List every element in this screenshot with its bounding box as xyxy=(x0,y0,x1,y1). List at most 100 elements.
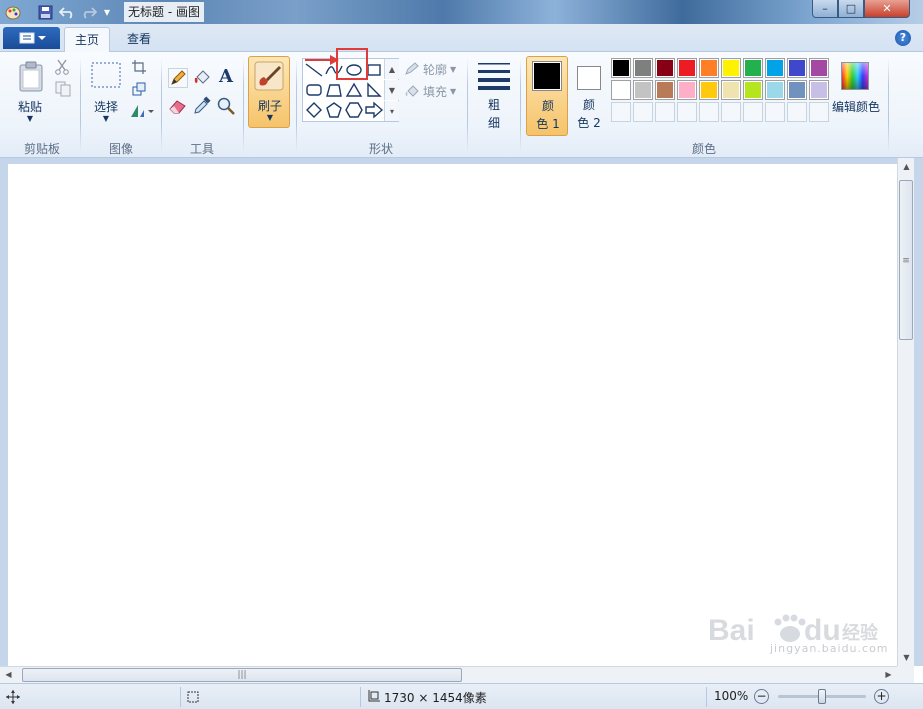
maximize-button[interactable]: □ xyxy=(838,0,864,18)
outline-button[interactable]: 轮廓 ▼ xyxy=(404,60,460,78)
palette-color-swatch[interactable] xyxy=(787,80,807,100)
baidu-logo-icon: Bai du 经验 xyxy=(708,614,879,647)
brushes-button[interactable]: 刷子 ▼ xyxy=(248,56,290,128)
shape-hexagon-icon[interactable] xyxy=(344,100,364,120)
copy-icon[interactable] xyxy=(55,81,71,97)
color2-swatch xyxy=(577,66,601,90)
paste-label: 粘贴 xyxy=(17,100,42,114)
palette-custom-slot[interactable] xyxy=(699,102,719,122)
fill-button[interactable]: 填充 ▼ xyxy=(404,82,460,100)
color-picker-icon[interactable] xyxy=(192,96,212,116)
palette-color-swatch[interactable] xyxy=(633,58,653,78)
zoom-slider-thumb[interactable] xyxy=(818,689,826,704)
colors-group-label: 颜色 xyxy=(691,142,716,156)
group-divider xyxy=(520,58,521,152)
quick-access-dropdown-icon[interactable]: ▾ xyxy=(100,3,114,21)
shape-polygon-icon[interactable] xyxy=(324,80,344,100)
resize-icon[interactable] xyxy=(132,82,146,96)
fill-bucket-icon[interactable] xyxy=(192,68,212,88)
zoom-out-button[interactable]: − xyxy=(754,689,769,704)
palette-color-swatch[interactable] xyxy=(721,80,741,100)
palette-custom-slot[interactable] xyxy=(677,102,697,122)
palette-custom-slot[interactable] xyxy=(633,102,653,122)
text-tool-icon[interactable]: A xyxy=(216,66,236,88)
palette-custom-slot[interactable] xyxy=(611,102,631,122)
status-divider xyxy=(706,687,707,707)
palette-color-swatch[interactable] xyxy=(765,58,785,78)
palette-color-swatch[interactable] xyxy=(765,80,785,100)
save-icon[interactable] xyxy=(36,3,54,21)
paint-app-icon[interactable] xyxy=(4,3,22,21)
palette-custom-slot[interactable] xyxy=(787,102,807,122)
magnifier-icon[interactable] xyxy=(216,96,236,116)
size-button[interactable]: 粗 细 xyxy=(472,56,516,132)
gallery-scroll-up-icon[interactable]: ▲ xyxy=(384,59,399,79)
eraser-icon[interactable] xyxy=(168,96,188,116)
paste-button[interactable]: 粘贴 ▼ xyxy=(8,56,52,128)
palette-color-swatch[interactable] xyxy=(721,58,741,78)
palette-color-swatch[interactable] xyxy=(611,80,631,100)
scroll-left-icon[interactable]: ◀ xyxy=(0,667,17,683)
zoom-in-button[interactable]: + xyxy=(874,689,889,704)
palette-color-swatch[interactable] xyxy=(633,80,653,100)
annotation-arrow-icon xyxy=(305,55,339,65)
color1-button[interactable]: 颜 色 1 xyxy=(526,56,568,136)
status-bar: 1730 × 1454像素 100% − + xyxy=(0,683,923,709)
help-icon[interactable]: ? xyxy=(895,30,911,46)
vertical-scroll-thumb[interactable]: ≡ xyxy=(899,180,913,340)
shape-diamond-icon[interactable] xyxy=(304,100,324,120)
palette-color-swatch[interactable] xyxy=(699,58,719,78)
status-divider xyxy=(360,687,361,707)
shape-pentagon-icon[interactable] xyxy=(324,100,344,120)
outline-label: 轮廓 xyxy=(423,62,448,77)
minimize-button[interactable]: – xyxy=(812,0,838,18)
horizontal-scroll-thumb[interactable]: ||| xyxy=(22,668,462,682)
scroll-down-icon[interactable]: ▼ xyxy=(898,649,915,666)
tab-home[interactable]: 主页 xyxy=(64,27,110,52)
svg-text:经验: 经验 xyxy=(842,622,878,644)
palette-custom-slot[interactable] xyxy=(765,102,785,122)
palette-color-swatch[interactable] xyxy=(677,80,697,100)
shape-right-triangle-icon[interactable] xyxy=(364,80,384,100)
close-button[interactable]: ✕ xyxy=(864,0,910,18)
palette-color-swatch[interactable] xyxy=(677,58,697,78)
palette-custom-slot[interactable] xyxy=(809,102,829,122)
shape-triangle-icon[interactable] xyxy=(344,80,364,100)
shape-right-arrow-icon[interactable] xyxy=(364,100,384,120)
drawing-canvas[interactable] xyxy=(8,164,897,666)
palette-custom-slot[interactable] xyxy=(655,102,675,122)
undo-icon[interactable] xyxy=(58,3,76,21)
palette-custom-slot[interactable] xyxy=(721,102,741,122)
shape-rounded-rectangle-icon[interactable] xyxy=(304,80,324,100)
cut-icon[interactable] xyxy=(55,59,69,75)
paint-menu-button[interactable] xyxy=(3,27,60,49)
palette-custom-slot[interactable] xyxy=(743,102,763,122)
color2-button[interactable]: 颜 色 2 xyxy=(570,56,608,136)
palette-color-swatch[interactable] xyxy=(655,80,675,100)
redo-icon[interactable] xyxy=(80,3,98,21)
crop-icon[interactable] xyxy=(132,60,146,74)
select-button[interactable]: 选择 ▼ xyxy=(86,56,126,128)
horizontal-scrollbar[interactable]: ◀ ||| ▶ xyxy=(0,666,897,683)
palette-color-swatch[interactable] xyxy=(699,80,719,100)
group-divider xyxy=(296,58,297,152)
color1-swatch xyxy=(532,61,562,91)
rotate-icon[interactable] xyxy=(130,104,154,118)
gallery-expand-icon[interactable]: ▾ xyxy=(384,101,399,121)
brush-icon xyxy=(254,61,284,91)
scroll-right-icon[interactable]: ▶ xyxy=(880,667,897,683)
palette-color-swatch[interactable] xyxy=(743,58,763,78)
palette-color-swatch[interactable] xyxy=(809,80,829,100)
palette-color-swatch[interactable] xyxy=(743,80,763,100)
palette-color-swatch[interactable] xyxy=(809,58,829,78)
scroll-up-icon[interactable]: ▲ xyxy=(898,158,915,175)
palette-color-swatch[interactable] xyxy=(655,58,675,78)
tab-view[interactable]: 查看 xyxy=(116,27,162,52)
vertical-scrollbar[interactable]: ▲ ≡ ▼ xyxy=(897,158,914,666)
pencil-icon[interactable] xyxy=(168,68,188,88)
gallery-scroll-down-icon[interactable]: ▼ xyxy=(384,80,399,100)
palette-color-swatch[interactable] xyxy=(787,58,807,78)
edit-colors-button[interactable]: 编辑颜色 xyxy=(832,56,882,132)
palette-color-swatch[interactable] xyxy=(611,58,631,78)
canvas-size-icon xyxy=(368,690,380,702)
